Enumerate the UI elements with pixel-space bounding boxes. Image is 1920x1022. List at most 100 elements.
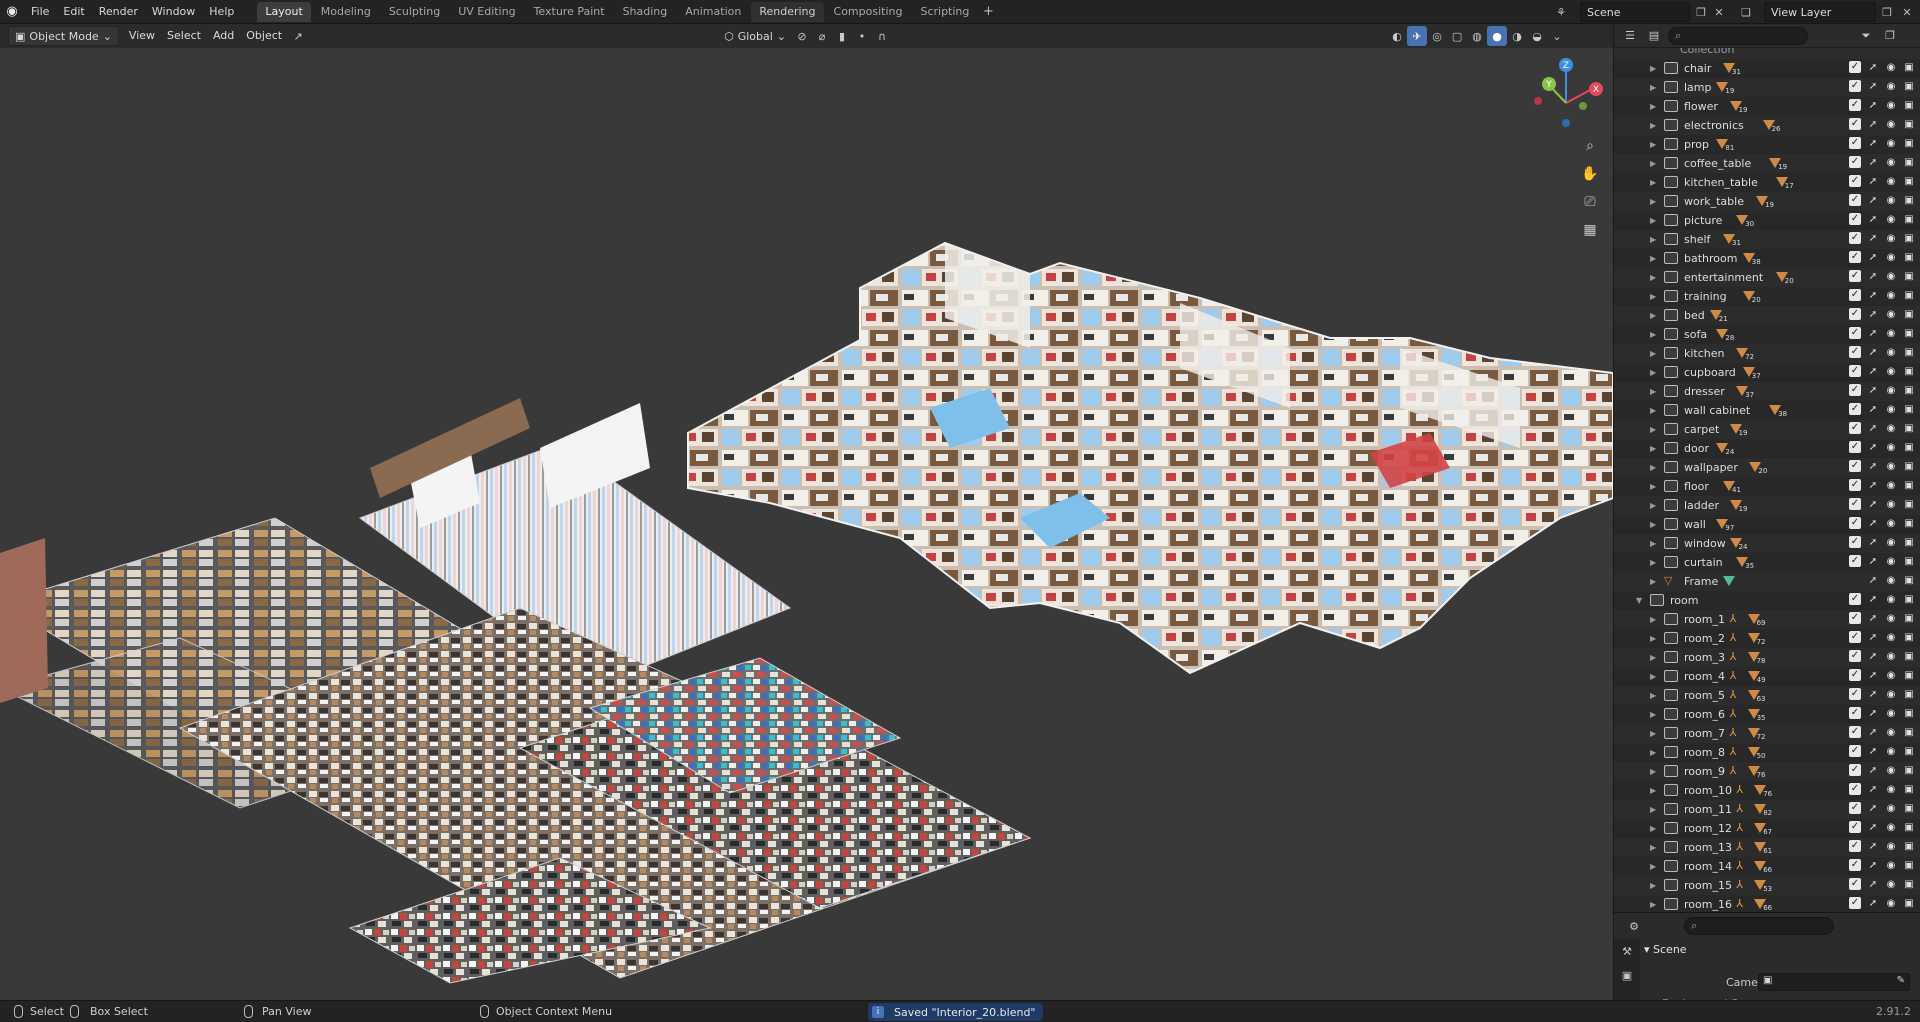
- camera-render-icon[interactable]: ▣: [1903, 669, 1915, 683]
- exclude-checkbox[interactable]: ✓: [1849, 61, 1861, 73]
- pivot-point-icon[interactable]: ⊘: [792, 26, 812, 46]
- eye-icon[interactable]: ◉: [1885, 213, 1897, 227]
- expand-closed-icon[interactable]: ▶: [1650, 824, 1656, 833]
- camera-render-icon[interactable]: ▣: [1903, 251, 1915, 265]
- camera-render-icon[interactable]: ▣: [1903, 99, 1915, 113]
- expand-closed-icon[interactable]: ▶: [1650, 83, 1656, 92]
- select-arrow-icon[interactable]: ➚: [1867, 479, 1879, 493]
- outliner-row[interactable]: ▶ picture 30 ✓ ➚ ◉ ▣: [1614, 211, 1920, 230]
- expand-closed-icon[interactable]: ▶: [1650, 653, 1656, 662]
- outliner-row[interactable]: ▶ training 20 ✓ ➚ ◉ ▣: [1614, 287, 1920, 306]
- outliner-row[interactable]: ▶ cupboard 37 ✓ ➚ ◉ ▣: [1614, 363, 1920, 382]
- outliner-row[interactable]: ▶ wall cabinet 38 ✓ ➚ ◉ ▣: [1614, 401, 1920, 420]
- outliner-row[interactable]: ▶ wall 97 ✓ ➚ ◉ ▣: [1614, 515, 1920, 534]
- camera-render-icon[interactable]: ▣: [1903, 175, 1915, 189]
- tab-modeling[interactable]: Modeling: [313, 2, 379, 22]
- object-mode-dropdown[interactable]: ▣ Object Mode ⌄: [8, 26, 119, 46]
- expand-closed-icon[interactable]: ▶: [1650, 900, 1656, 909]
- select-arrow-icon[interactable]: ➚: [1867, 555, 1879, 569]
- expand-closed-icon[interactable]: ▶: [1650, 140, 1656, 149]
- exclude-checkbox[interactable]: ✓: [1849, 308, 1861, 320]
- select-arrow-icon[interactable]: ➚: [1867, 650, 1879, 664]
- exclude-checkbox[interactable]: ✓: [1849, 422, 1861, 434]
- select-arrow-icon[interactable]: ➚: [1867, 783, 1879, 797]
- outliner-row[interactable]: ▶ wallpaper 20 ✓ ➚ ◉ ▣: [1614, 458, 1920, 477]
- select-arrow-icon[interactable]: ➚: [1867, 156, 1879, 170]
- select-arrow-icon[interactable]: ➚: [1867, 802, 1879, 816]
- delete-view-layer-icon[interactable]: ✕: [1898, 3, 1916, 21]
- exclude-checkbox[interactable]: ✓: [1849, 593, 1861, 605]
- menu-add[interactable]: Add: [207, 26, 240, 46]
- select-arrow-icon[interactable]: ➚: [1867, 346, 1879, 360]
- ortho-grid-icon[interactable]: ▦: [1578, 218, 1602, 242]
- shading-wireframe-icon[interactable]: ◍: [1467, 26, 1487, 46]
- exclude-checkbox[interactable]: ✓: [1849, 612, 1861, 624]
- eye-icon[interactable]: ◉: [1885, 498, 1897, 512]
- exclude-checkbox[interactable]: ✓: [1849, 80, 1861, 92]
- camera-render-icon[interactable]: ▣: [1903, 498, 1915, 512]
- exclude-checkbox[interactable]: ✓: [1849, 897, 1861, 909]
- select-arrow-icon[interactable]: ➚: [1867, 669, 1879, 683]
- select-arrow-icon[interactable]: ➚: [1867, 232, 1879, 246]
- eye-icon[interactable]: ◉: [1885, 80, 1897, 94]
- new-scene-icon[interactable]: ❐: [1692, 3, 1710, 21]
- menu-render[interactable]: Render: [92, 0, 145, 24]
- zoom-icon[interactable]: ⌕: [1578, 134, 1602, 158]
- exclude-checkbox[interactable]: ✓: [1849, 460, 1861, 472]
- menu-view[interactable]: View: [123, 26, 161, 46]
- eye-icon[interactable]: ◉: [1885, 878, 1897, 892]
- tab-layout[interactable]: Layout: [257, 1, 311, 22]
- tab-texture-paint[interactable]: Texture Paint: [526, 2, 613, 22]
- snap-target-icon[interactable]: ▮: [832, 26, 852, 46]
- snap-icon[interactable]: ⌀: [812, 26, 832, 46]
- outliner-row[interactable]: ▶ ladder 19 ✓ ➚ ◉ ▣: [1614, 496, 1920, 515]
- exclude-checkbox[interactable]: ✓: [1849, 270, 1861, 282]
- camera-render-icon[interactable]: ▣: [1903, 327, 1915, 341]
- eye-icon[interactable]: ◉: [1885, 270, 1897, 284]
- visibility-icon[interactable]: ◐: [1387, 26, 1407, 46]
- expand-closed-icon[interactable]: ▶: [1650, 786, 1656, 795]
- display-mode-icon[interactable]: ▤: [1644, 26, 1664, 46]
- eye-icon[interactable]: ◉: [1885, 726, 1897, 740]
- expand-closed-icon[interactable]: ▶: [1650, 672, 1656, 681]
- eye-icon[interactable]: ◉: [1885, 99, 1897, 113]
- outliner-row[interactable]: ▶ room_12 ⅄ 67 ✓ ➚ ◉ ▣: [1614, 819, 1920, 838]
- eye-icon[interactable]: ◉: [1885, 422, 1897, 436]
- outliner-row-partial[interactable]: Collection: [1614, 48, 1920, 59]
- exclude-checkbox[interactable]: ✓: [1849, 745, 1861, 757]
- eye-icon[interactable]: ◉: [1885, 574, 1897, 588]
- outliner-row[interactable]: ▶ floor 41 ✓ ➚ ◉ ▣: [1614, 477, 1920, 496]
- falloff-icon[interactable]: ∩: [872, 26, 892, 46]
- eye-icon[interactable]: ◉: [1885, 61, 1897, 75]
- delete-scene-icon[interactable]: ✕: [1710, 3, 1728, 21]
- expand-closed-icon[interactable]: ▶: [1650, 406, 1656, 415]
- gizmo-options-icon[interactable]: ↗: [288, 26, 308, 46]
- tab-uv-editing[interactable]: UV Editing: [450, 2, 523, 22]
- new-view-layer-icon[interactable]: ❐: [1878, 3, 1896, 21]
- exclude-checkbox[interactable]: ✓: [1849, 365, 1861, 377]
- expand-closed-icon[interactable]: ▶: [1650, 64, 1656, 73]
- camera-render-icon[interactable]: ▣: [1903, 384, 1915, 398]
- outliner-row[interactable]: ▶ door 24 ✓ ➚ ◉ ▣: [1614, 439, 1920, 458]
- tab-animation[interactable]: Animation: [677, 2, 749, 22]
- outliner-row[interactable]: ▶ dresser 37 ✓ ➚ ◉ ▣: [1614, 382, 1920, 401]
- shading-material-icon[interactable]: ◑: [1507, 26, 1527, 46]
- expand-closed-icon[interactable]: ▶: [1650, 311, 1656, 320]
- outliner-row[interactable]: ▶ ▽ Frame ➚ ◉ ▣: [1614, 572, 1920, 591]
- expand-closed-icon[interactable]: ▶: [1650, 197, 1656, 206]
- tab-scripting[interactable]: Scripting: [912, 2, 977, 22]
- expand-closed-icon[interactable]: ▶: [1650, 520, 1656, 529]
- outliner-collection-row[interactable]: ▼ room ✓ ➚ ◉ ▣: [1614, 591, 1920, 610]
- camera-render-icon[interactable]: ▣: [1903, 479, 1915, 493]
- outliner-row[interactable]: ▶ flower 19 ✓ ➚ ◉ ▣: [1614, 97, 1920, 116]
- tab-compositing[interactable]: Compositing: [826, 2, 911, 22]
- 3d-viewport[interactable]: Z X Y ⌕ ✋ ⎚ ▦: [0, 48, 1613, 1000]
- outliner-row[interactable]: ▶ room_13 ⅄ 61 ✓ ➚ ◉ ▣: [1614, 838, 1920, 857]
- outliner-row[interactable]: ▶ room_3 ⅄ 78 ✓ ➚ ◉ ▣: [1614, 648, 1920, 667]
- tab-shading[interactable]: Shading: [615, 2, 676, 22]
- exclude-checkbox[interactable]: ✓: [1849, 878, 1861, 890]
- eye-icon[interactable]: ◉: [1885, 555, 1897, 569]
- camera-render-icon[interactable]: ▣: [1903, 555, 1915, 569]
- outliner-row[interactable]: ▶ room_10 ⅄ 76 ✓ ➚ ◉ ▣: [1614, 781, 1920, 800]
- select-arrow-icon[interactable]: ➚: [1867, 897, 1879, 911]
